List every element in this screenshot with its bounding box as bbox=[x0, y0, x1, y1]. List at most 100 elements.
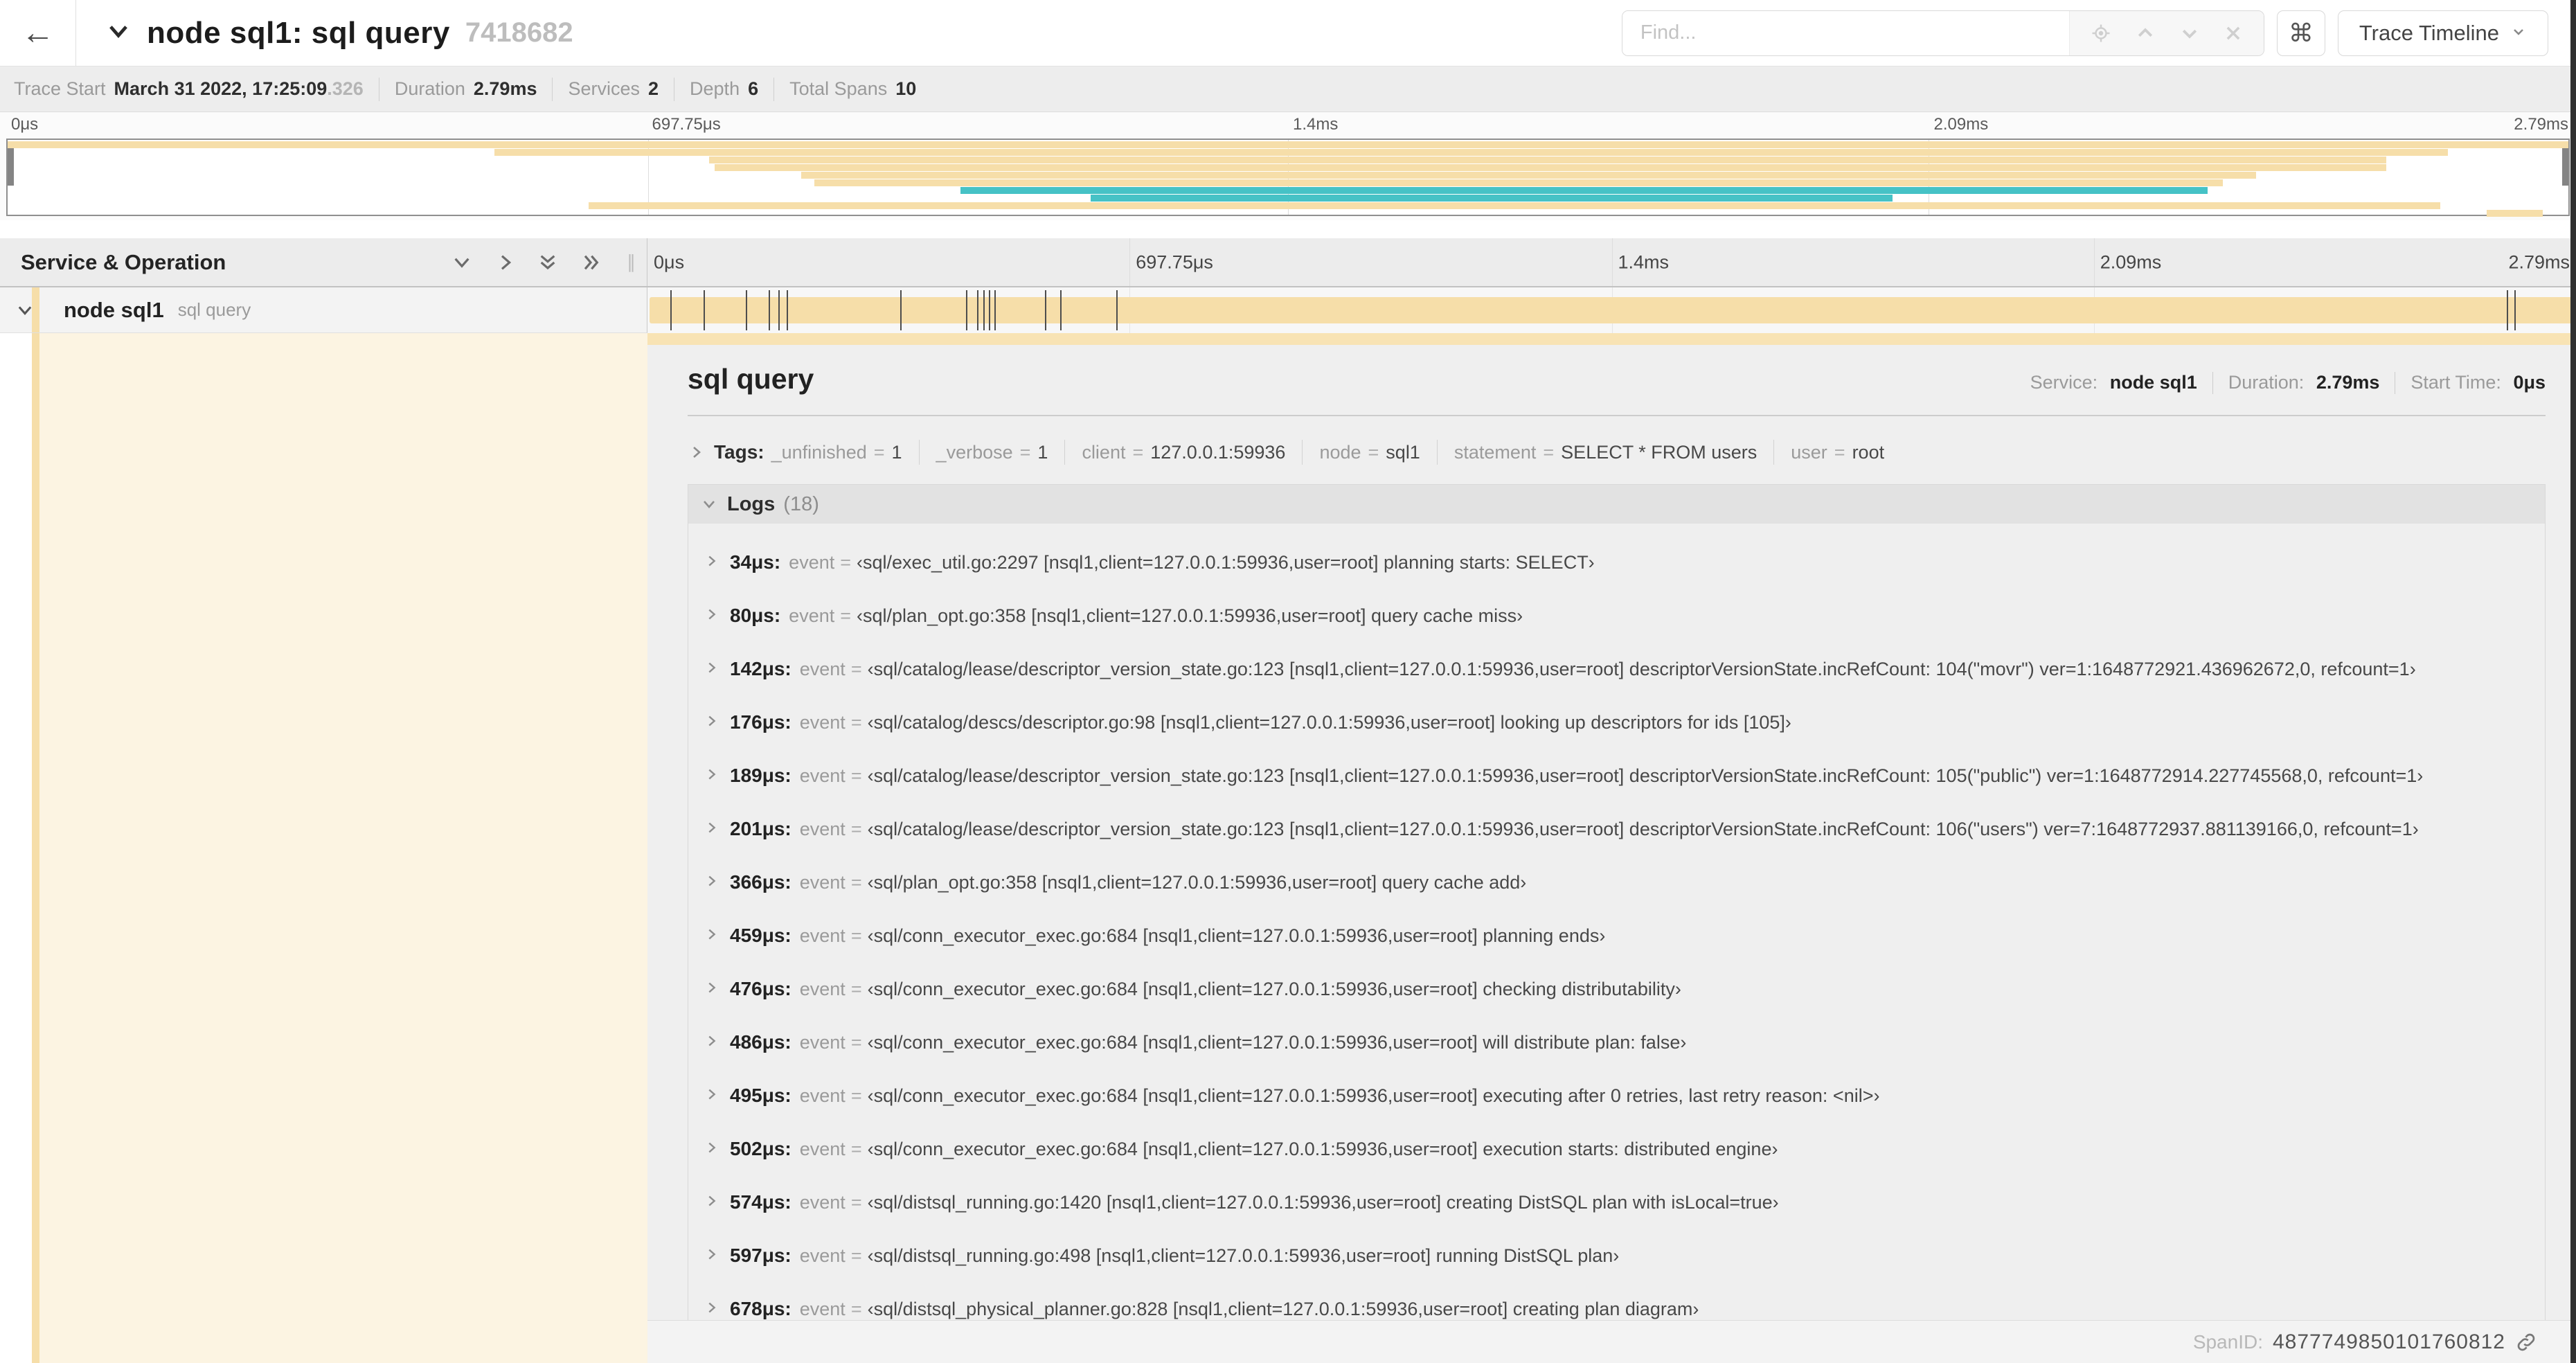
operation-name: sql query bbox=[177, 299, 251, 320]
logs-accordian-header[interactable]: Logs (18) bbox=[688, 485, 2545, 524]
span-meta-item: Duration: 2.79ms bbox=[2228, 372, 2380, 393]
ruler-tick-label: 2.79ms bbox=[2508, 251, 2570, 272]
top-controls: ⌘ Trace Timeline bbox=[1621, 10, 2576, 56]
log-row[interactable]: 80μs: event = ‹sql/plan_opt.go:358 [nsql1,… bbox=[704, 605, 2545, 627]
ruler-tick-label: 0μs bbox=[654, 251, 685, 272]
span-timeline-cell[interactable] bbox=[647, 287, 2576, 333]
service-color-accent bbox=[32, 333, 39, 1363]
log-message: event = ‹sql/catalog/lease/descriptor_vers… bbox=[799, 819, 2419, 839]
minimap-span-row bbox=[8, 157, 2568, 164]
span-duration-bar[interactable] bbox=[650, 297, 2574, 323]
expand-all-icon[interactable] bbox=[580, 251, 602, 274]
log-row[interactable]: 502μs: event = ‹sql/conn_executor_exec.go:… bbox=[704, 1138, 2545, 1160]
collapse-one-icon[interactable] bbox=[451, 251, 473, 274]
log-marker bbox=[670, 290, 672, 330]
chevron-down-icon bbox=[2510, 21, 2527, 46]
log-row[interactable]: 597μs: event = ‹sql/distsql_running.go:498… bbox=[704, 1245, 2545, 1267]
view-type-dropdown[interactable]: Trace Timeline bbox=[2337, 10, 2548, 56]
log-marker bbox=[1059, 290, 1062, 330]
log-row[interactable]: 459μs: event = ‹sql/conn_executor_exec.go:… bbox=[704, 925, 2545, 947]
find-input[interactable] bbox=[1622, 10, 2069, 55]
log-timestamp: 201μs: bbox=[730, 818, 791, 839]
logs-title: Logs bbox=[727, 492, 776, 515]
minimap-tick-label: 1.4ms bbox=[1293, 115, 1339, 134]
minimap-left-scrub-handle[interactable] bbox=[8, 148, 14, 186]
log-timestamp: 366μs: bbox=[730, 871, 791, 893]
tag-item: node = sql1 bbox=[1319, 441, 1420, 463]
divider bbox=[918, 440, 920, 465]
trace-summary-item: Duration 2.79ms bbox=[394, 78, 537, 99]
expand-one-icon[interactable] bbox=[494, 251, 516, 274]
minimap-canvas[interactable] bbox=[6, 139, 2570, 217]
log-row[interactable]: 189μs: event = ‹sql/catalog/lease/descript… bbox=[704, 765, 2545, 787]
minimap-tick-labels: 0μs 697.75μs 1.4ms 2.09ms 2.79ms bbox=[6, 115, 2570, 136]
log-row[interactable]: 476μs: event = ‹sql/conn_executor_exec.go:… bbox=[704, 978, 2545, 1000]
detail-header: sql query Service: node sql1 Duration: 2… bbox=[688, 363, 2546, 395]
log-message: event = ‹sql/conn_executor_exec.go:684 [ns… bbox=[799, 979, 1681, 999]
span-meta: Service: node sql1 Duration: 2.79ms Star… bbox=[2030, 371, 2546, 394]
span-name-cell[interactable]: node sql1 sql query bbox=[0, 287, 647, 333]
log-message: event = ‹sql/distsql_running.go:498 [nsql1… bbox=[799, 1245, 1620, 1266]
expanded-span-backdrop bbox=[39, 333, 647, 1363]
trace-summary-item: Depth 6 bbox=[690, 78, 759, 99]
chevron-down-icon bbox=[701, 496, 717, 513]
find-group bbox=[1621, 10, 2264, 56]
minimap-span-row bbox=[8, 187, 2568, 195]
log-row[interactable]: 201μs: event = ‹sql/catalog/lease/descript… bbox=[704, 818, 2545, 840]
log-message: event = ‹sql/conn_executor_exec.go:684 [ns… bbox=[799, 1085, 1880, 1106]
trace-title-group[interactable]: node sql1: sql query 7418682 bbox=[105, 16, 573, 51]
minimap-span-bar bbox=[714, 164, 2387, 171]
service-operation-title: Service & Operation bbox=[21, 249, 226, 274]
divider bbox=[1773, 440, 1775, 465]
log-row[interactable]: 176μs: event = ‹sql/catalog/descs/descript… bbox=[704, 711, 2545, 733]
log-message: event = ‹sql/distsql_physical_planner.go:8… bbox=[799, 1299, 1699, 1319]
span-detail-left-column bbox=[0, 333, 647, 1363]
log-row[interactable]: 678μs: event = ‹sql/distsql_physical_plann… bbox=[704, 1298, 2545, 1320]
trace-summary-item: Total Spans 10 bbox=[789, 78, 917, 99]
log-row[interactable]: 486μs: event = ‹sql/conn_executor_exec.go:… bbox=[704, 1031, 2545, 1053]
page-title: node sql1: sql query bbox=[147, 15, 450, 50]
minimap-span-row bbox=[8, 141, 2568, 149]
minimap-span-row bbox=[8, 210, 2568, 217]
log-row[interactable]: 574μs: event = ‹sql/distsql_running.go:142… bbox=[704, 1191, 2545, 1213]
jaeger-trace-view: ← node sql1: sql query 7418682 Find... ⌘… bbox=[0, 0, 2576, 1363]
collapse-all-icon[interactable] bbox=[537, 251, 559, 274]
log-message: event = ‹sql/plan_opt.go:358 [nsql1,client… bbox=[789, 605, 1523, 626]
clear-find-icon[interactable] bbox=[2224, 24, 2243, 43]
column-resizer-handle[interactable]: ∥ bbox=[623, 251, 637, 273]
log-message: event = ‹sql/catalog/descs/descriptor.go:9… bbox=[799, 712, 1791, 733]
minimap-tick-label: 2.79ms bbox=[2514, 115, 2568, 134]
next-match-icon[interactable] bbox=[2179, 23, 2200, 44]
log-row[interactable]: 495μs: event = ‹sql/conn_executor_exec.go:… bbox=[704, 1085, 2545, 1107]
deep-link-icon[interactable] bbox=[2515, 1331, 2537, 1353]
log-message: event = ‹sql/conn_executor_exec.go:684 [ns… bbox=[799, 925, 1606, 946]
tags-summary: _unfinished = 1 _verbose = 1 client = 12… bbox=[771, 440, 1884, 465]
minimap-right-scrub-handle[interactable] bbox=[2562, 148, 2568, 186]
log-row[interactable]: 366μs: event = ‹sql/plan_opt.go:358 [nsql1… bbox=[704, 871, 2545, 893]
divider bbox=[552, 77, 553, 101]
span-id-bar: SpanID: 4877749850101760812 bbox=[647, 1320, 2576, 1363]
minimap-span-bar bbox=[960, 187, 2208, 194]
chevron-right-icon bbox=[704, 1247, 719, 1262]
prev-match-icon[interactable] bbox=[2135, 23, 2156, 44]
minimap-tick-label: 0μs bbox=[11, 115, 39, 134]
minimap-span-row bbox=[8, 164, 2568, 172]
locate-icon[interactable] bbox=[2091, 23, 2111, 44]
back-button[interactable]: ← bbox=[0, 0, 76, 66]
detail-accent-strip bbox=[647, 333, 2576, 345]
log-message: event = ‹sql/catalog/lease/descriptor_vers… bbox=[799, 765, 2424, 786]
tag-item: _verbose = 1 bbox=[936, 441, 1048, 463]
trace-summary-item: Services 2 bbox=[568, 78, 659, 99]
chevron-right-icon bbox=[704, 927, 719, 942]
keyboard-shortcuts-button[interactable]: ⌘ bbox=[2276, 10, 2325, 56]
log-message: event = ‹sql/catalog/lease/descriptor_vers… bbox=[799, 659, 2416, 679]
ruler-tick-label: 697.75μs bbox=[1136, 251, 1213, 272]
log-row[interactable]: 34μs: event = ‹sql/exec_util.go:2297 [nsql… bbox=[704, 551, 2545, 573]
tags-accordian-header[interactable]: Tags: _unfinished = 1 _verbose = 1 clien… bbox=[688, 440, 2546, 465]
chevron-right-icon bbox=[704, 607, 719, 622]
span-meta-item: Service: node sql1 bbox=[2030, 372, 2197, 393]
vertical-scrollbar[interactable] bbox=[2570, 0, 2576, 1363]
chevron-right-icon bbox=[688, 444, 704, 461]
log-row[interactable]: 142μs: event = ‹sql/catalog/lease/descript… bbox=[704, 658, 2545, 680]
divider bbox=[2212, 371, 2213, 394]
